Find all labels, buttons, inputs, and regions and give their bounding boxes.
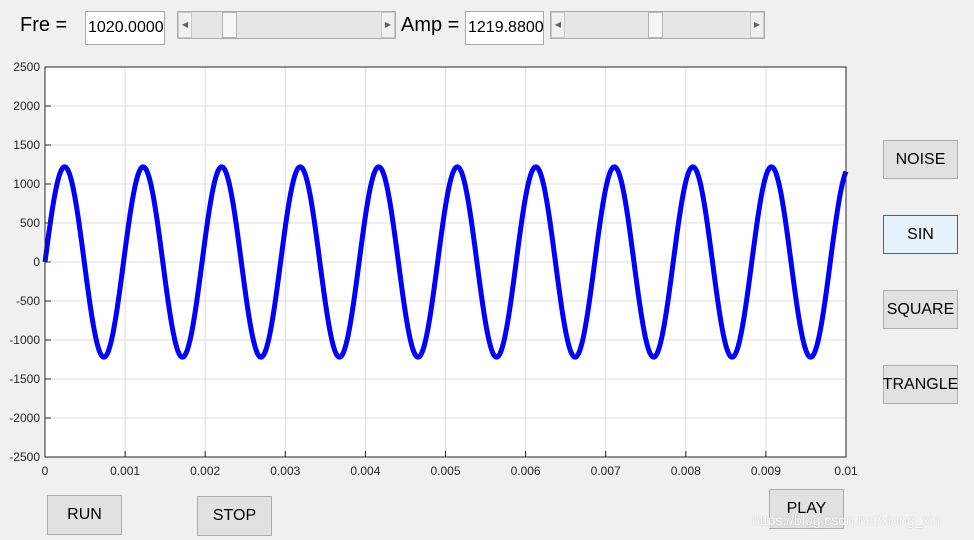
y-tick-label: 0 bbox=[33, 255, 40, 269]
x-tick-label: 0.005 bbox=[430, 464, 460, 478]
x-tick-label: 0.007 bbox=[591, 464, 621, 478]
watermark: https://blog.csdn.net/xiong_xin bbox=[752, 512, 941, 528]
y-tick-label: -2000 bbox=[9, 411, 40, 425]
x-tick-label: 0.004 bbox=[350, 464, 380, 478]
y-tick-label: -1500 bbox=[9, 372, 40, 386]
square-button[interactable]: SQUARE bbox=[883, 290, 958, 329]
y-tick-label: 1000 bbox=[13, 177, 40, 191]
y-tick-label: -2500 bbox=[9, 450, 40, 464]
x-tick-label: 0.008 bbox=[671, 464, 701, 478]
x-tick-label: 0.01 bbox=[834, 464, 858, 478]
stop-button[interactable]: STOP bbox=[197, 496, 272, 536]
y-tick-label: 500 bbox=[20, 216, 40, 230]
y-tick-label: -500 bbox=[16, 294, 40, 308]
x-tick-label: 0.001 bbox=[110, 464, 140, 478]
y-tick-label: 1500 bbox=[13, 138, 40, 152]
waveform-plot: 0 0.001 0.002 0.003 0.004 0.005 0.006 0.007 0.00… bbox=[9, 60, 858, 478]
x-tick-label: 0.002 bbox=[190, 464, 220, 478]
y-tick-label: -1000 bbox=[9, 333, 40, 347]
x-tick-label: 0.006 bbox=[511, 464, 541, 478]
y-tick-label: 2000 bbox=[13, 99, 40, 113]
y-tick-label: 2500 bbox=[13, 60, 40, 74]
x-tick-label: 0.009 bbox=[751, 464, 781, 478]
x-tick-label: 0 bbox=[42, 464, 49, 478]
run-button[interactable]: RUN bbox=[47, 495, 122, 535]
x-tick-label: 0.003 bbox=[270, 464, 300, 478]
triangle-button[interactable]: TRANGLE bbox=[883, 365, 958, 404]
noise-button[interactable]: NOISE bbox=[883, 140, 958, 179]
sin-button[interactable]: SIN bbox=[883, 215, 958, 254]
